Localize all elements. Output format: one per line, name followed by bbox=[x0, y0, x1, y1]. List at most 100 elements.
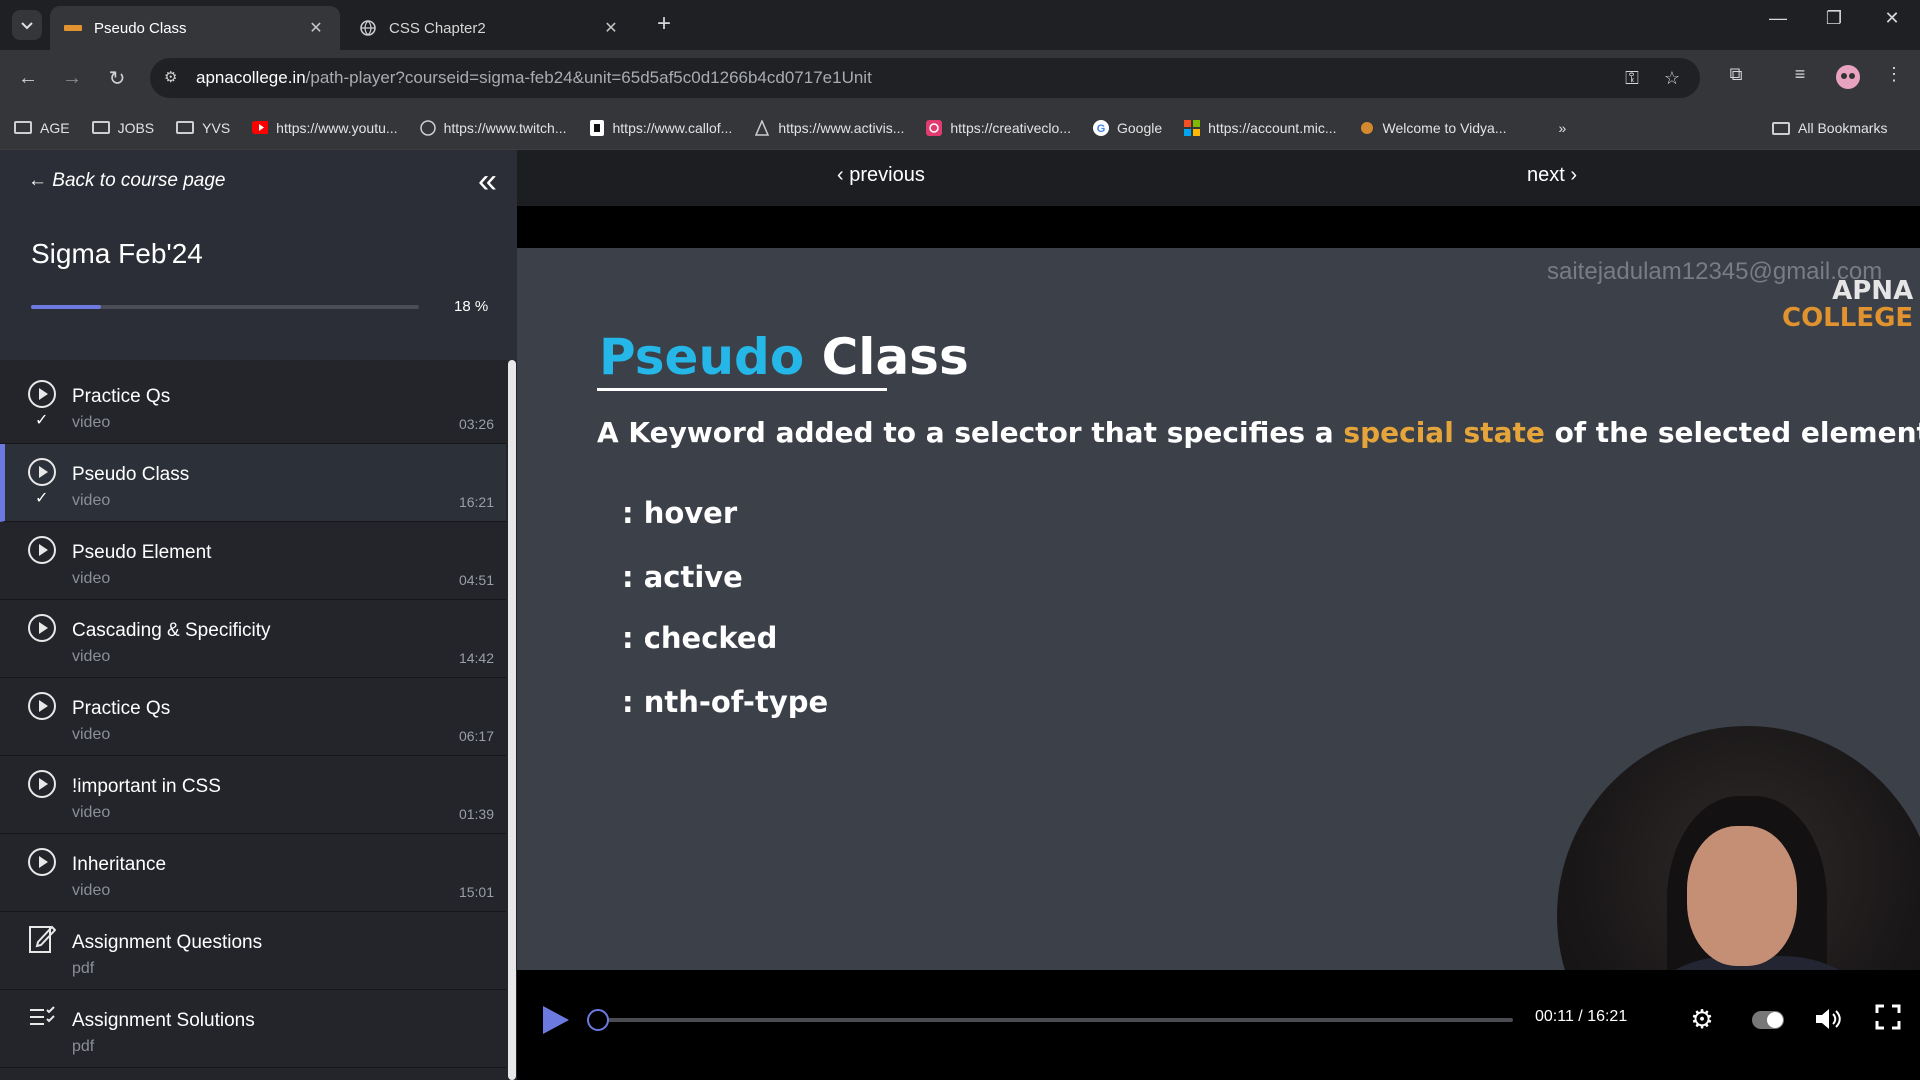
bookmark-label: JOBS bbox=[117, 119, 155, 136]
site-settings-icon[interactable]: ⚙ bbox=[164, 68, 184, 88]
slide-list-item: : checked bbox=[622, 621, 778, 655]
play-circle-icon bbox=[28, 458, 56, 486]
bookmark-google[interactable]: G Google bbox=[1092, 119, 1162, 136]
lesson-type: pdf bbox=[72, 1038, 95, 1055]
bookmark-creativecloud[interactable]: https://creativeclo... bbox=[926, 119, 1071, 136]
settings-gear-icon[interactable]: ⚙ bbox=[1685, 1004, 1719, 1038]
bookmarks-bar: AGE JOBS YVS https://www.youtu... https:… bbox=[0, 106, 1920, 150]
back-to-course-link[interactable]: ← Back to course page bbox=[28, 170, 226, 192]
bookmark-star-icon[interactable]: ☆ bbox=[1660, 68, 1684, 92]
chevron-left-icon: ‹ bbox=[837, 164, 850, 186]
lesson-item[interactable]: Inheritance video 15:01 bbox=[0, 834, 506, 912]
next-button[interactable]: next › bbox=[1527, 164, 1577, 187]
bookmark-label: https://account.mic... bbox=[1208, 119, 1337, 136]
back-arrow-icon[interactable]: ← bbox=[14, 64, 42, 92]
all-bookmarks-button[interactable]: All Bookmarks bbox=[1772, 120, 1887, 136]
definition-post: of the selected element(s) bbox=[1554, 416, 1920, 449]
close-tab-icon[interactable]: ✕ bbox=[601, 18, 621, 38]
restore-icon[interactable]: ❐ bbox=[1814, 8, 1854, 29]
previous-label: previous bbox=[849, 164, 925, 186]
bookmark-callofduty[interactable]: https://www.callof... bbox=[589, 119, 733, 136]
lesson-duration: 01:39 bbox=[458, 806, 494, 822]
lesson-nav-bar: ‹ previous next › bbox=[517, 150, 1920, 206]
fullscreen-icon[interactable] bbox=[1871, 1004, 1905, 1038]
lesson-type: video bbox=[72, 414, 111, 431]
close-tab-icon[interactable]: ✕ bbox=[306, 18, 326, 38]
video-frame[interactable]: saitejadulam12345@gmail.com APNA COLLEGE… bbox=[517, 248, 1920, 970]
bookmark-label: https://creativeclo... bbox=[950, 119, 1071, 136]
slide-list-item: : hover bbox=[622, 496, 738, 530]
address-bar[interactable]: ⚙ apnacollege.in/path-player?courseid=si… bbox=[150, 58, 1700, 98]
previous-button[interactable]: ‹ previous bbox=[837, 164, 925, 187]
menu-kebab-icon[interactable]: ⋮ bbox=[1880, 64, 1908, 92]
bookmark-label: AGE bbox=[40, 119, 70, 136]
lesson-duration: 15:01 bbox=[458, 884, 494, 900]
video-player-area: ‹ previous next › saitejadulam12345@gmai… bbox=[517, 150, 1920, 1080]
bookmark-activision[interactable]: https://www.activis... bbox=[754, 119, 905, 136]
new-tab-button[interactable]: + bbox=[650, 10, 678, 38]
reload-icon[interactable]: ↻ bbox=[103, 64, 131, 92]
lesson-item[interactable]: Practice Qs video 06:17 bbox=[0, 678, 506, 756]
lesson-title: Assignment Solutions bbox=[72, 1010, 255, 1031]
bookmark-jobs[interactable]: JOBS bbox=[91, 119, 155, 136]
lesson-title: Inheritance bbox=[72, 854, 167, 875]
lesson-title: Practice Qs bbox=[72, 386, 171, 407]
media-queue-icon[interactable]: ≡ bbox=[1786, 64, 1814, 92]
close-window-icon[interactable]: ✕ bbox=[1872, 8, 1912, 29]
bookmark-age[interactable]: AGE bbox=[14, 120, 70, 136]
course-progress-percent: 18 % bbox=[454, 298, 489, 315]
lesson-item[interactable]: Assignment Solutions pdf bbox=[0, 990, 506, 1068]
lesson-type: video bbox=[72, 726, 111, 743]
url-host: apnacollege.in bbox=[196, 68, 306, 87]
more-bookmarks-chevron-icon[interactable]: » bbox=[1559, 120, 1567, 136]
lesson-duration: 16:21 bbox=[458, 494, 494, 510]
presenter-webcam bbox=[1557, 726, 1920, 970]
seek-bar[interactable] bbox=[593, 1018, 1513, 1022]
bookmark-label: https://www.youtu... bbox=[276, 119, 398, 136]
folder-icon bbox=[91, 121, 110, 134]
slide-list-item: : nth-of-type bbox=[622, 685, 829, 719]
collapse-sidebar-icon[interactable]: « bbox=[478, 164, 497, 198]
tab-css-chapter2[interactable]: CSS Chapter2 ✕ bbox=[345, 6, 635, 50]
vidya-icon bbox=[1359, 120, 1375, 136]
lesson-duration: 06:17 bbox=[458, 728, 494, 744]
lesson-item-current[interactable]: ✓ Pseudo Class video 16:21 bbox=[0, 444, 506, 522]
lesson-item[interactable]: Cascading & Specificity video 14:42 bbox=[0, 600, 506, 678]
profile-avatar[interactable] bbox=[1834, 64, 1862, 92]
lesson-title: Cascading & Specificity bbox=[72, 620, 271, 641]
microsoft-icon bbox=[1184, 119, 1201, 136]
password-key-icon[interactable]: ⚿ bbox=[1620, 68, 1644, 92]
lesson-item[interactable]: Assignment Questions pdf bbox=[0, 912, 506, 990]
all-bookmarks-label: All Bookmarks bbox=[1798, 120, 1888, 136]
bookmark-label: https://www.activis... bbox=[778, 119, 905, 136]
title-underline bbox=[597, 388, 887, 391]
url-path: /path-player?courseid=sigma-feb24&unit=6… bbox=[305, 68, 872, 87]
bookmark-label: https://www.callof... bbox=[612, 119, 733, 136]
autoplay-toggle[interactable] bbox=[1752, 1011, 1784, 1029]
tab-search-button[interactable] bbox=[12, 10, 42, 40]
volume-icon[interactable] bbox=[1811, 1004, 1845, 1038]
minimize-icon[interactable]: — bbox=[1758, 8, 1798, 29]
bookmark-microsoft[interactable]: https://account.mic... bbox=[1184, 119, 1337, 136]
player-controls: 00:11 / 16:21 ⚙ bbox=[517, 970, 1920, 1080]
tab-pseudo-class[interactable]: Pseudo Class ✕ bbox=[50, 6, 340, 50]
apnacollege-favicon-icon bbox=[64, 19, 82, 37]
play-icon[interactable] bbox=[543, 1006, 569, 1034]
lesson-item[interactable]: Pseudo Element video 04:51 bbox=[0, 522, 506, 600]
tab-bar: Pseudo Class ✕ CSS Chapter2 ✕ + — ❐ ✕ bbox=[0, 0, 1920, 50]
lesson-item[interactable]: !important in CSS video 01:39 bbox=[0, 756, 506, 834]
chevron-right-icon: › bbox=[1564, 164, 1578, 186]
bookmark-youtube[interactable]: https://www.youtu... bbox=[252, 119, 398, 136]
bookmark-vidya[interactable]: Welcome to Vidya... bbox=[1359, 120, 1507, 136]
bookmark-twitch[interactable]: https://www.twitch... bbox=[419, 120, 567, 136]
forward-arrow-icon[interactable]: → bbox=[58, 64, 86, 92]
bookmark-yvs[interactable]: YVS bbox=[176, 120, 230, 136]
back-label: Back to course page bbox=[52, 170, 226, 191]
lesson-title: Assignment Questions bbox=[72, 932, 263, 953]
seek-handle[interactable] bbox=[587, 1009, 609, 1031]
extensions-icon[interactable]: ⧉ bbox=[1722, 64, 1750, 92]
bookmark-label: Welcome to Vidya... bbox=[1382, 119, 1507, 136]
lesson-item[interactable]: ✓ Practice Qs video 03:26 bbox=[0, 366, 506, 444]
sidebar-scrollbar[interactable] bbox=[508, 360, 516, 1080]
next-label: next bbox=[1527, 164, 1565, 186]
